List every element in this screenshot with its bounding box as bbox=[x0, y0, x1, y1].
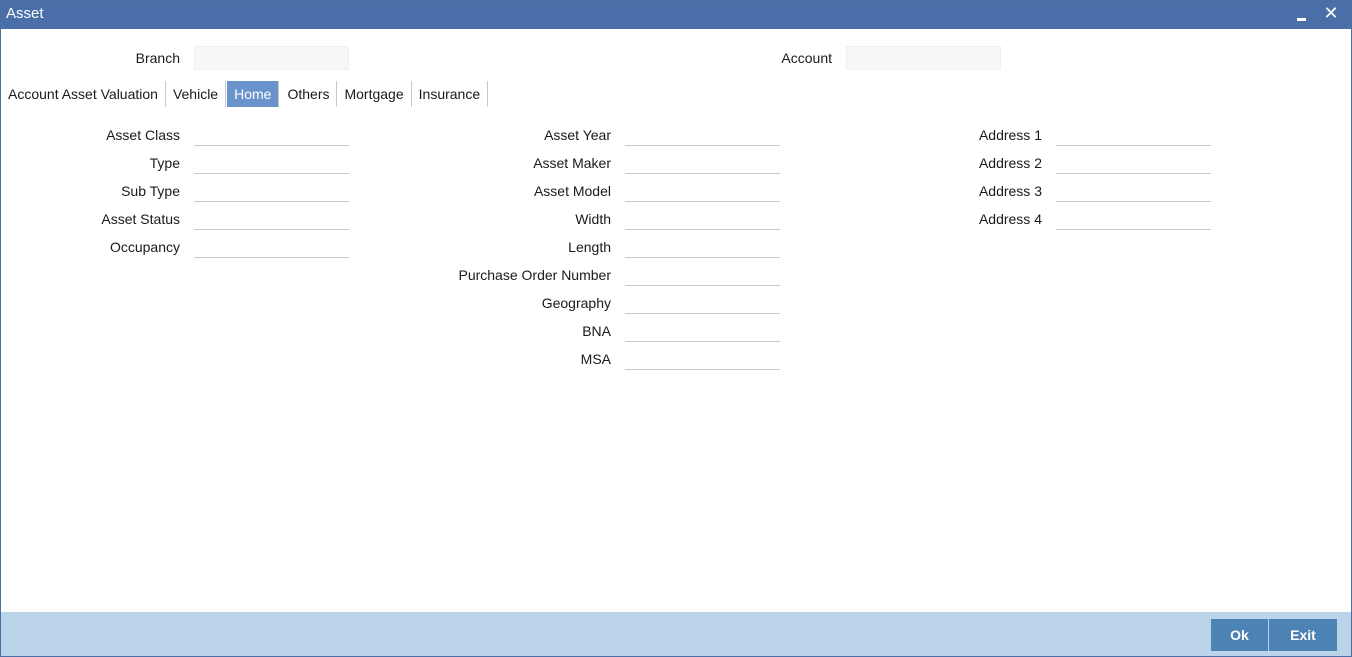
bna-input[interactable] bbox=[625, 320, 780, 342]
address-1-label: Address 1 bbox=[978, 127, 1042, 143]
minimize-icon bbox=[1296, 17, 1306, 21]
length-label: Length bbox=[568, 239, 611, 255]
address-3-input[interactable] bbox=[1056, 180, 1211, 202]
asset-maker-label: Asset Maker bbox=[533, 155, 611, 171]
width-input[interactable] bbox=[625, 208, 780, 230]
address-2-label: Address 2 bbox=[978, 155, 1042, 171]
bna-label: BNA bbox=[582, 323, 611, 339]
address-2-input[interactable] bbox=[1056, 152, 1211, 174]
length-input[interactable] bbox=[625, 236, 780, 258]
minimize-button[interactable] bbox=[1288, 1, 1314, 29]
tab-mortgage[interactable]: Mortgage bbox=[337, 81, 412, 107]
branch-label: Branch bbox=[135, 50, 180, 66]
purchase-order-number-label: Purchase Order Number bbox=[458, 267, 611, 283]
window-title: Asset bbox=[6, 5, 44, 22]
exit-button[interactable]: Exit bbox=[1269, 619, 1337, 651]
sub-type-input[interactable] bbox=[194, 180, 349, 202]
asset-model-label: Asset Model bbox=[533, 183, 611, 199]
tab-bar: Account Asset Valuation Vehicle Home Oth… bbox=[1, 81, 489, 107]
asset-class-input[interactable] bbox=[194, 124, 349, 146]
address-4-label: Address 4 bbox=[978, 211, 1042, 227]
asset-year-label: Asset Year bbox=[544, 127, 611, 143]
ok-button[interactable]: Ok bbox=[1211, 619, 1268, 651]
account-input[interactable] bbox=[846, 46, 1001, 70]
asset-status-label: Asset Status bbox=[101, 211, 180, 227]
occupancy-input[interactable] bbox=[194, 236, 349, 258]
asset-class-label: Asset Class bbox=[106, 127, 180, 143]
asset-maker-input[interactable] bbox=[625, 152, 780, 174]
geography-label: Geography bbox=[541, 295, 611, 311]
tab-insurance[interactable]: Insurance bbox=[412, 81, 489, 107]
tab-vehicle[interactable]: Vehicle bbox=[166, 81, 227, 107]
tab-others[interactable]: Others bbox=[280, 81, 338, 107]
footer-bar: Ok Exit bbox=[1, 612, 1351, 656]
width-label: Width bbox=[575, 211, 611, 227]
tab-home[interactable]: Home bbox=[227, 81, 280, 107]
geography-input[interactable] bbox=[625, 292, 780, 314]
branch-input[interactable] bbox=[194, 46, 349, 70]
tab-account-asset-valuation[interactable]: Account Asset Valuation bbox=[1, 81, 166, 107]
address-4-input[interactable] bbox=[1056, 208, 1211, 230]
close-button[interactable]: ✕ bbox=[1318, 1, 1344, 29]
address-1-input[interactable] bbox=[1056, 124, 1211, 146]
asset-window: Asset ✕ Branch Account Account Asset Val… bbox=[0, 0, 1352, 657]
asset-status-input[interactable] bbox=[194, 208, 349, 230]
asset-model-input[interactable] bbox=[625, 180, 780, 202]
type-input[interactable] bbox=[194, 152, 349, 174]
sub-type-label: Sub Type bbox=[121, 183, 180, 199]
asset-year-input[interactable] bbox=[625, 124, 780, 146]
title-bar[interactable]: Asset ✕ bbox=[1, 1, 1351, 29]
occupancy-label: Occupancy bbox=[109, 239, 180, 255]
msa-label: MSA bbox=[580, 351, 611, 367]
address-3-label: Address 3 bbox=[978, 183, 1042, 199]
account-label: Account bbox=[781, 50, 832, 66]
msa-input[interactable] bbox=[625, 348, 780, 370]
close-icon: ✕ bbox=[1323, 3, 1339, 23]
type-label: Type bbox=[149, 155, 180, 171]
purchase-order-number-input[interactable] bbox=[625, 264, 780, 286]
